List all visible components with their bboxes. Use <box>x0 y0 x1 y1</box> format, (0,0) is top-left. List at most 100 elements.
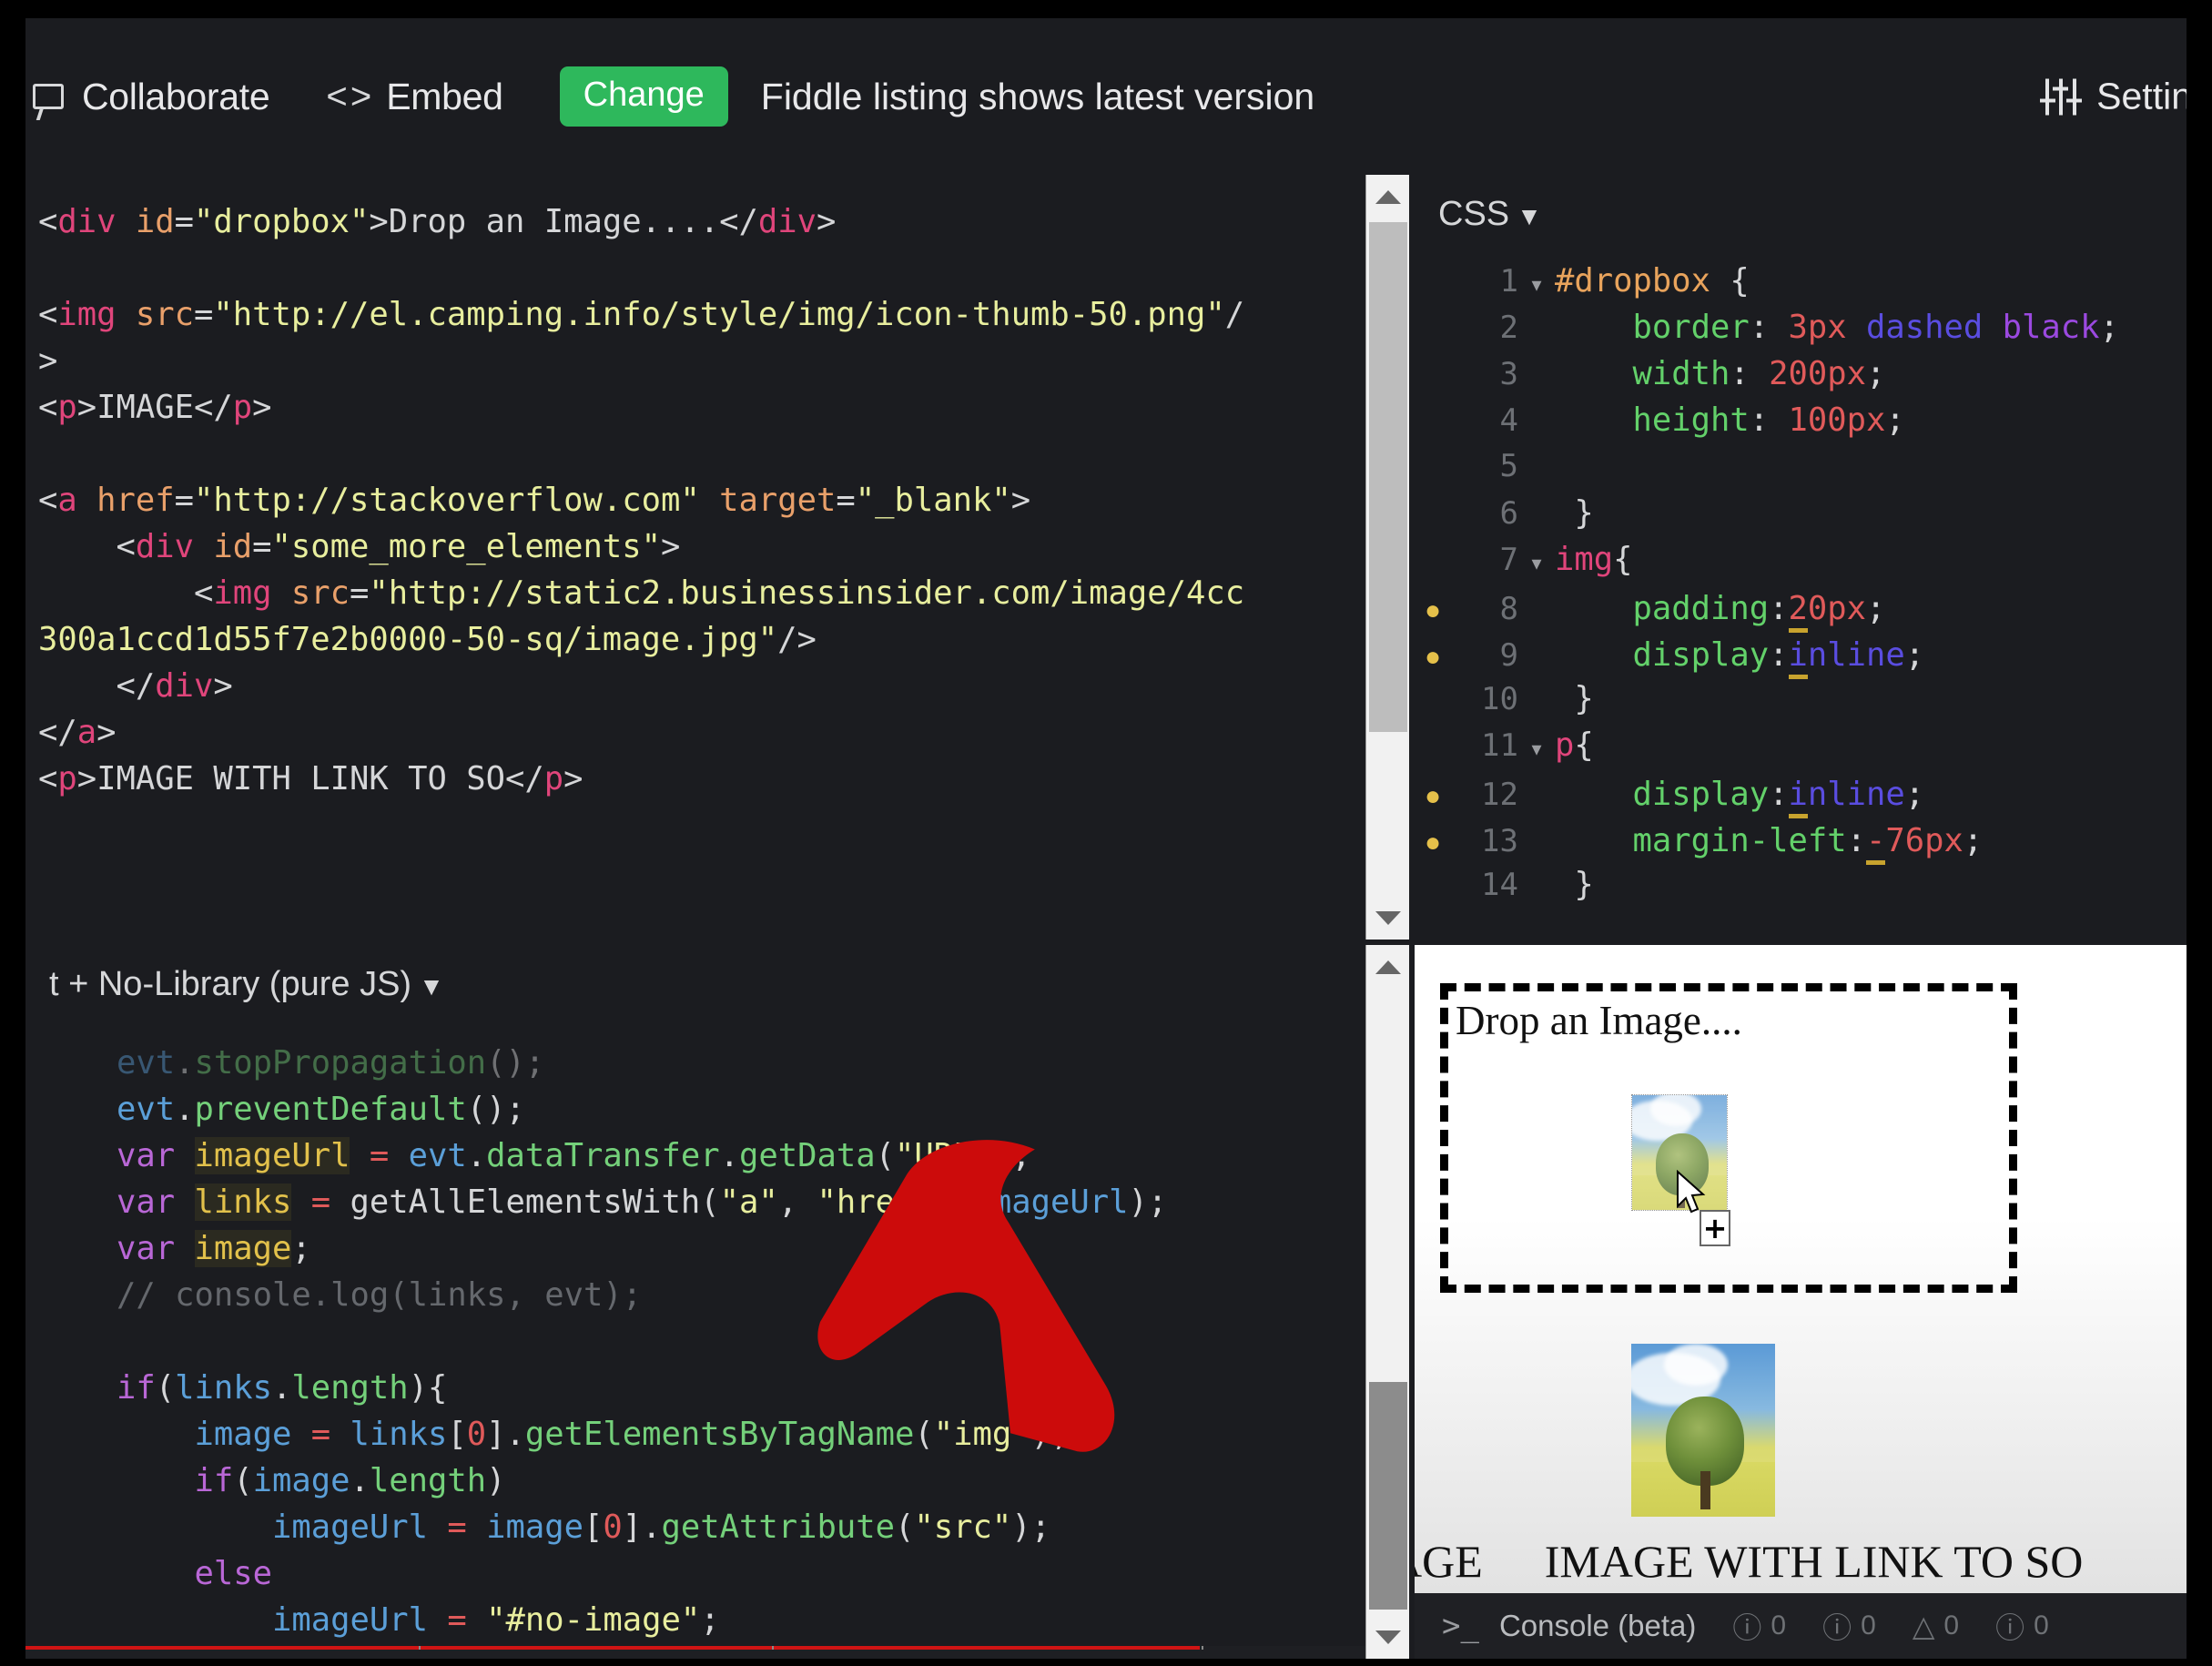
fold-arrow-icon[interactable]: ▾ <box>1518 273 1555 297</box>
css-line-text: img{ <box>1555 541 1633 578</box>
line-number: 9 <box>1499 637 1518 674</box>
line-number: 12 <box>1481 777 1518 813</box>
line-number: 2 <box>1499 310 1518 346</box>
warning-count: 0 <box>1943 1610 1960 1641</box>
console-stat-debug[interactable]: ⓘ 0 <box>1995 1605 2049 1647</box>
css-line: 7 ▾ img{ <box>1415 541 2187 587</box>
preview-image-with-link[interactable] <box>1631 1344 1775 1517</box>
css-gutter-marker[interactable]: ● <box>1415 634 1451 680</box>
css-editor-pane[interactable]: CSS ▼ 1 ▾ #dropbox { 2 border: 3px dashed… <box>1415 175 2187 940</box>
scroll-down-icon[interactable] <box>1366 896 1409 940</box>
css-line: 4 height: 100px; <box>1415 401 2187 448</box>
drag-plus-badge: + <box>1700 1210 1730 1246</box>
fold-arrow-icon[interactable]: ▾ <box>1518 552 1555 575</box>
line-number: 13 <box>1481 823 1518 859</box>
css-gutter-marker[interactable]: ● <box>1415 819 1451 866</box>
info-circle-icon: ⓘ <box>1732 1611 1762 1644</box>
terminal-prompt-icon: >_ <box>1442 1608 1479 1644</box>
css-line-text: #dropbox { <box>1555 262 1750 300</box>
css-line-text: height: 100px; <box>1632 401 1905 439</box>
css-line-text: } <box>1574 680 1594 717</box>
css-line-text: } <box>1574 866 1594 903</box>
chevron-down-icon[interactable]: ▼ <box>419 972 444 1001</box>
css-pane-label[interactable]: CSS ▼ <box>1415 175 2187 234</box>
preview-canvas[interactable]: Drop an Image.... + GE IMAGE WITH LINK T… <box>1415 945 2187 1593</box>
console-label: Console (beta) <box>1498 1609 1697 1642</box>
line-number: 4 <box>1499 402 1518 439</box>
sliders-icon <box>2040 78 2083 115</box>
scrollbar-thumb[interactable] <box>1369 1382 1407 1610</box>
collaborate-button[interactable]: Collaborate <box>33 75 270 118</box>
css-line: ● 8 padding:20px; <box>1415 587 2187 634</box>
settings-label: Settin <box>2096 75 2187 117</box>
label-image-with-link: IMAGE WITH LINK TO SO <box>1544 1536 2084 1587</box>
editor-grid: <div id="dropbox">Drop an Image....</div… <box>25 175 2187 1659</box>
dropbox-label: Drop an Image.... <box>1456 998 1742 1043</box>
jsfiddle-app: Collaborate < > Embed Change Fiddle list… <box>25 18 2187 1659</box>
line-number: 14 <box>1481 867 1518 903</box>
css-gutter-marker[interactable]: ● <box>1415 587 1451 634</box>
preview-text-labels: AGE IMAGE WITH LINK TO SO <box>1415 1535 2083 1588</box>
hscroll-progress <box>25 1646 1200 1650</box>
chevron-down-icon[interactable]: ▼ <box>1517 202 1542 230</box>
css-line-text: margin-left:-76px; <box>1555 822 1983 865</box>
css-line-text: border: 3px dashed black; <box>1632 309 2119 346</box>
html-code-content[interactable]: <div id="dropbox">Drop an Image....</div… <box>38 198 1331 802</box>
settings-button[interactable]: Settin <box>2040 76 2187 118</box>
fiddle-listing-note: Fiddle listing shows latest version <box>760 75 1315 117</box>
css-line-text: } <box>1574 494 1594 532</box>
js-pane-scrollbar[interactable] <box>1365 945 1409 1659</box>
scroll-up-icon[interactable] <box>1366 945 1409 989</box>
result-preview-pane[interactable]: Drop an Image.... + GE IMAGE WITH LINK T… <box>1415 945 2187 1659</box>
line-number: 11 <box>1481 727 1518 764</box>
console-stat-warning[interactable]: △ 0 <box>1913 1609 1959 1643</box>
js-code-content[interactable]: evt.stopPropagation(); evt.preventDefaul… <box>117 1040 1333 1659</box>
js-pane-label[interactable]: t + No-Library (pure JS) ▼ <box>25 945 1409 1004</box>
scroll-up-icon[interactable] <box>1366 175 1409 218</box>
scroll-down-icon[interactable] <box>1366 1615 1409 1659</box>
css-line: 5 <box>1415 448 2187 494</box>
css-line: 3 width: 200px; <box>1415 355 2187 401</box>
embed-button[interactable]: < > Embed <box>326 75 503 118</box>
info-count: 0 <box>1771 1610 1787 1641</box>
css-line: 2 border: 3px dashed black; <box>1415 309 2187 355</box>
change-button[interactable]: Change <box>559 66 728 127</box>
line-number: 8 <box>1499 591 1518 627</box>
line-number: 6 <box>1499 495 1518 532</box>
line-number: 3 <box>1499 356 1518 392</box>
fold-arrow-icon[interactable]: ▾ <box>1518 737 1555 761</box>
css-line-text: p{ <box>1555 726 1594 764</box>
line-number: 1 <box>1499 263 1518 300</box>
css-line: ● 13 margin-left:-76px; <box>1415 819 2187 866</box>
console-stat-error[interactable]: ⓘ 0 <box>1822 1605 1876 1647</box>
line-number: 7 <box>1499 542 1518 578</box>
css-pane-title: CSS <box>1438 195 1510 233</box>
arrow-cursor-icon <box>1677 1170 1706 1214</box>
css-gutter-marker[interactable]: ● <box>1415 773 1451 819</box>
top-toolbar: Collaborate < > Embed Change Fiddle list… <box>25 18 2187 175</box>
console-bar[interactable]: >_ Console (beta) ⓘ 0 ⓘ 0 △ 0 ⓘ 0 <box>1415 1593 2187 1659</box>
chat-bubble-icon <box>33 84 64 109</box>
label-image-partial: AGE <box>1415 1536 1483 1587</box>
console-stat-info[interactable]: ⓘ 0 <box>1732 1605 1786 1647</box>
js-editor-pane[interactable]: t + No-Library (pure JS) ▼ evt.stopPropag… <box>25 945 1409 1659</box>
line-number: 10 <box>1481 681 1518 717</box>
css-line-text: padding:20px; <box>1555 590 1885 633</box>
html-pane-scrollbar[interactable] <box>1365 175 1409 940</box>
css-code-content[interactable]: 1 ▾ #dropbox { 2 border: 3px dashed blac… <box>1415 262 2187 940</box>
js-pane-title: t + No-Library (pure JS) <box>49 965 412 1003</box>
html-editor-pane[interactable]: <div id="dropbox">Drop an Image....</div… <box>25 175 1409 940</box>
js-horizontal-scrollbar[interactable] <box>25 1646 1365 1659</box>
css-line: ● 12 display:inline; <box>1415 773 2187 819</box>
dropbox-drop-target[interactable]: Drop an Image.... + <box>1440 983 2017 1293</box>
css-line: 1 ▾ #dropbox { <box>1415 262 2187 309</box>
debug-circle-icon: ⓘ <box>1995 1611 2025 1644</box>
embed-label: Embed <box>386 75 503 117</box>
scrollbar-thumb[interactable] <box>1369 222 1407 732</box>
css-line: 6 } <box>1415 494 2187 541</box>
warning-triangle-icon: △ <box>1912 1610 1935 1642</box>
css-line-text: width: 200px; <box>1632 355 1886 392</box>
collaborate-label: Collaborate <box>82 75 270 117</box>
css-line: 11 ▾ p{ <box>1415 726 2187 773</box>
css-line: 14 } <box>1415 866 2187 912</box>
